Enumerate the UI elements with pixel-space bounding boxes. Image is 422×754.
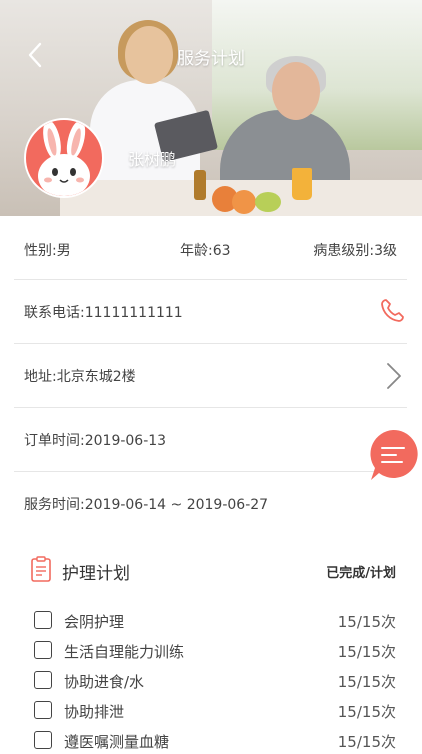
plan-item-count: 15/15次	[337, 733, 396, 751]
service-time-label: 服务时间:2019-06-14 ~ 2019-06-27	[24, 497, 269, 513]
plan-item-name: 协助排泄	[64, 703, 125, 721]
checkbox[interactable]	[34, 701, 52, 719]
plan-item[interactable]: 遵医嘱测量血糖 15/15次	[34, 730, 396, 754]
level-label: 病患级别:3级	[313, 243, 397, 259]
phone-row[interactable]: 联系电话:11111111111	[14, 280, 407, 344]
gender-label: 性别:男	[24, 243, 71, 259]
age-label: 年龄:63	[180, 243, 231, 259]
phone-label: 联系电话:11111111111	[24, 305, 183, 321]
plan-item-count: 15/15次	[337, 613, 396, 631]
plan-item-count: 15/15次	[337, 643, 396, 661]
plan-title: 护理计划	[62, 564, 130, 584]
basic-info-row: 性别:男 年龄:63 病患级别:3级	[14, 216, 407, 280]
service-time-row: 服务时间:2019-06-14 ~ 2019-06-27	[14, 472, 407, 536]
plan-item-name: 遵医嘱测量血糖	[64, 733, 170, 751]
plan-item-name: 会阴护理	[64, 613, 125, 631]
plan-header: 护理计划 已完成/计划	[30, 556, 396, 586]
checkbox[interactable]	[34, 611, 52, 629]
plan-item-count: 15/15次	[337, 673, 396, 691]
page-title: 服务计划	[177, 49, 245, 69]
avatar	[24, 118, 104, 198]
plan-item-name: 协助进食/水	[64, 673, 145, 691]
checkbox[interactable]	[34, 641, 52, 659]
checkbox[interactable]	[34, 671, 52, 689]
plan-item[interactable]: 生活自理能力训练 15/15次	[34, 640, 396, 664]
rabbit-avatar-icon	[38, 120, 90, 196]
order-time-label: 订单时间:2019-06-13	[24, 433, 167, 449]
order-time-row: 订单时间:2019-06-13	[14, 408, 407, 472]
floating-menu-button[interactable]	[365, 426, 421, 482]
plan-status-label: 已完成/计划	[326, 566, 396, 581]
plan-item[interactable]: 会阴护理 15/15次	[34, 610, 396, 634]
user-name: 张树鹏	[128, 150, 177, 169]
chevron-right-icon	[387, 363, 401, 389]
phone-icon[interactable]	[377, 296, 407, 326]
address-label: 地址:北京东城2楼	[24, 369, 136, 385]
clipboard-icon	[31, 556, 51, 582]
address-row[interactable]: 地址:北京东城2楼	[14, 344, 407, 408]
plan-item-name: 生活自理能力训练	[64, 643, 185, 661]
plan-item[interactable]: 协助进食/水 15/15次	[34, 670, 396, 694]
plan-item-count: 15/15次	[337, 703, 396, 721]
plan-item[interactable]: 协助排泄 15/15次	[34, 700, 396, 724]
checkbox[interactable]	[34, 731, 52, 749]
